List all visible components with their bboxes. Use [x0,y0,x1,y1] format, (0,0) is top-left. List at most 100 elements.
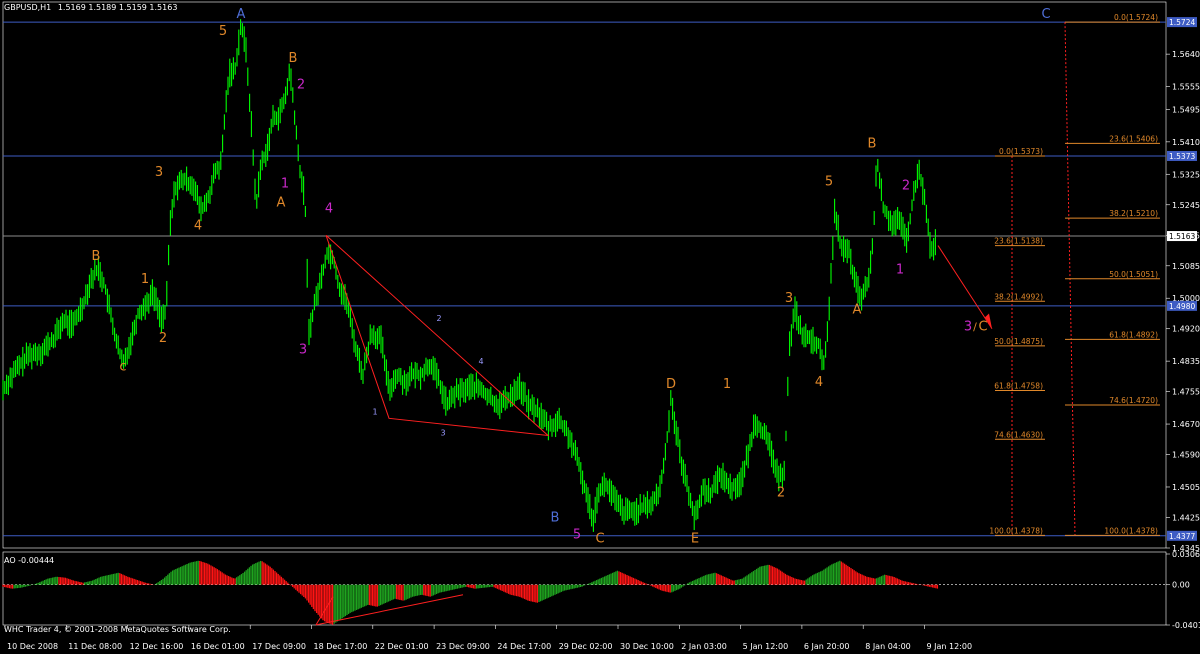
x-tick-label: 2 Jan 03:00 [681,642,727,651]
chart-canvas: 1.5640 1.5555 1.5495 1.5410 1.5325 1.5245 1.51… [2,1,1200,651]
price-tag-label: 1.5724 [1169,18,1195,27]
symbol-label: GBPUSD,H1 [4,3,52,12]
wave-label: C [595,531,604,546]
copyright-label: WHC Trader 4, © 2001-2008 MetaQuotes Sof… [4,625,231,634]
wave-label: A [853,302,862,317]
y-tick-label: 1.5640 [1172,50,1200,59]
price-tag-label: 1.4980 [1169,302,1195,311]
y-tick-label: 1.4505 [1172,483,1200,492]
x-tick-label: 22 Dec 01:00 [375,642,429,651]
wave-label: 2 [436,314,441,323]
target-wave-sep: / [973,321,977,334]
fib2-level-label: 0.0(1.5724) [1114,13,1158,22]
wave-label: D [666,377,676,392]
symbol-info: GBPUSD,H1 1.5169 1.5189 1.5159 1.5163 [4,3,177,12]
fib2-level-label: 61.8(1.4892) [1109,330,1158,339]
fib1-level-label: 61.8(1.4758) [994,381,1043,390]
wave-label: 1 [372,408,377,417]
fib1-level-label: 50.0(1.4875) [994,337,1043,346]
wave-label: c [119,360,126,375]
x-tick-label: 17 Dec 09:00 [252,642,306,651]
wave-label: 1 [896,262,904,277]
x-tick-label: 11 Dec 08:00 [68,642,122,651]
wave-label: 3 [299,343,307,358]
ao-tick-label: -0.04014 [1172,621,1200,630]
wave-label: 3 [440,428,445,437]
fib2-level-label: 23.6(1.5406) [1109,134,1158,143]
y-tick-label: 1.4425 [1172,513,1200,522]
y-tick-label: 1.4590 [1172,451,1200,460]
fib1-level-label: 23.6(1.5138) [994,237,1043,246]
x-tick-label: 29 Dec 02:00 [559,642,613,651]
x-tick-label: 9 Jan 12:00 [927,642,973,651]
y-tick-label: 1.4670 [1172,420,1200,429]
wave-label: B [92,249,101,264]
price-tag-label: 1.5373 [1169,152,1195,161]
x-tick-label: 12 Dec 16:00 [130,642,184,651]
target-wave-prefix: 3 [964,320,972,335]
y-tick-label: 1.4920 [1172,325,1200,334]
wave-label: B [289,51,298,66]
wave-label: 2 [902,179,910,194]
y-tick-label: 1.5245 [1172,201,1200,210]
wave-label: 4 [194,219,202,234]
fib2-level-label: 100.0(1.4378) [1104,526,1158,535]
fib2-level-label: 74.6(1.4720) [1109,396,1158,405]
y-tick-label: 1.4755 [1172,388,1200,397]
wave-label: 1 [281,177,289,192]
ao-bars [2,560,939,625]
wave-label: 3 [785,291,793,306]
fib1-level-label: 0.0(1.5373) [999,147,1043,156]
wave-label: B [868,137,877,152]
wave-label: 1 [723,377,731,392]
wave-label: E [691,531,699,546]
wave-label: A [237,7,246,22]
y-tick-label: 1.4835 [1172,357,1200,366]
wave-label: 3 [155,165,163,180]
y-tick-label: 1.5325 [1172,170,1200,179]
x-tick-label: 5 Jan 12:00 [743,642,789,651]
fib1-level-label: 74.6(1.4630) [994,430,1043,439]
ao-panel-label: AO -0.00444 [4,556,55,565]
wave-label: 4 [325,201,333,216]
ao-tick-label: 0.03062 [1172,550,1200,559]
wave-label: C [1041,7,1050,22]
fib2-level-label: 50.0(1.5051) [1109,270,1158,279]
wave-label: 5 [825,175,833,190]
y-tick-label: 1.5410 [1172,138,1200,147]
wave-label: 1 [141,272,149,287]
wave-label: B [551,510,560,525]
x-tick-label: 23 Dec 09:00 [436,642,490,651]
wave-label: 2 [159,331,167,346]
wave-label: 4 [815,375,823,390]
price-tag-label: 1.5163 [1169,232,1195,241]
projection-arrow-line [937,245,993,329]
fib2-level-label: 38.2(1.5210) [1109,209,1158,218]
fib1-level-label: 100.0(1.4378) [989,526,1043,535]
y-tick-label: 1.5085 [1172,262,1200,271]
ao-tick-label: 0.00 [1172,581,1190,590]
chart-window: 1.5640 1.5555 1.5495 1.5410 1.5325 1.5245 1.51… [0,0,1200,654]
wave-label: 5 [219,24,227,39]
wave-label: 5 [573,527,581,542]
triangle-trendlines [325,234,550,437]
x-tick-label: 30 Dec 10:00 [620,642,674,651]
x-tick-label: 10 Dec 2008 [7,642,58,651]
wave-label: A [277,196,286,211]
y-tick-label: 1.5555 [1172,83,1200,92]
price-pane-border [2,1,1167,549]
x-tick-label: 6 Jan 20:00 [804,642,850,651]
x-tick-label: 24 Dec 17:00 [497,642,551,651]
ohlc-label: 1.5169 1.5189 1.5159 1.5163 [57,3,178,12]
x-tick-label: 18 Dec 17:00 [314,642,368,651]
y-tick-label: 1.5495 [1172,105,1200,114]
target-wave-suffix: C [978,320,987,335]
wave-label: 2 [777,486,785,501]
ao-pane-border [2,551,1167,626]
price-tag-label: 1.4377 [1169,532,1195,541]
wave-label: 4 [478,357,483,366]
wave-label: 2 [297,77,305,92]
fib1-level-label: 38.2(1.4992) [994,292,1043,301]
x-tick-label: 8 Jan 04:00 [865,642,911,651]
x-tick-label: 16 Dec 01:00 [191,642,245,651]
